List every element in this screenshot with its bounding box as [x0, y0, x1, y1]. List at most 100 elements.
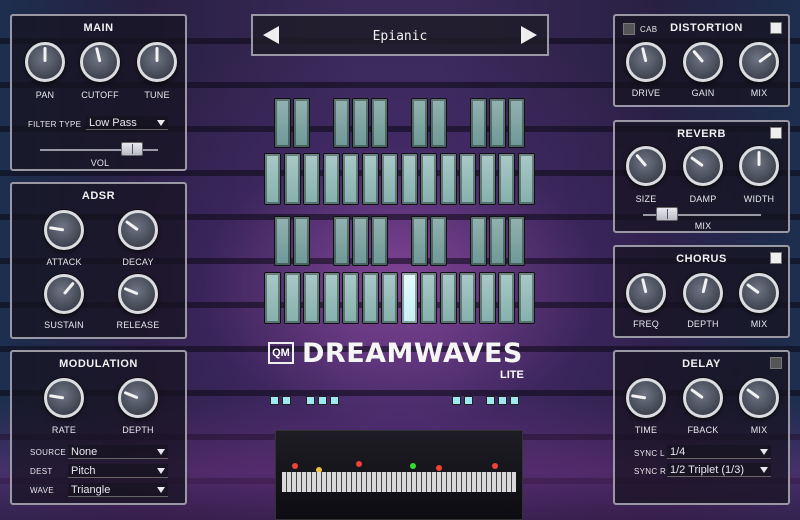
mini-led [270, 396, 279, 405]
logo-title: DREAMWAVES [302, 338, 523, 369]
gain-knob[interactable] [683, 42, 723, 82]
key-pad[interactable] [470, 216, 487, 266]
attack-knob[interactable] [44, 210, 84, 250]
wave-select[interactable]: Triangle [68, 483, 168, 497]
reverb-enable-toggle[interactable] [770, 127, 782, 139]
synth-led [436, 465, 442, 471]
damp-knob[interactable] [683, 146, 723, 186]
key-pad[interactable] [352, 98, 369, 148]
key-pad[interactable] [489, 98, 506, 148]
chorus-mix-knob[interactable] [739, 273, 779, 313]
key-pad[interactable] [303, 153, 320, 205]
pan-knob[interactable] [25, 42, 65, 82]
key-pad[interactable] [459, 272, 476, 324]
key-pad[interactable] [352, 216, 369, 266]
key-pad[interactable] [274, 98, 291, 148]
key-pad[interactable] [333, 98, 350, 148]
key-pad[interactable] [371, 98, 388, 148]
key-pad[interactable] [381, 153, 398, 205]
mod-depth-knob[interactable] [118, 378, 158, 418]
key-pad[interactable] [498, 272, 515, 324]
mini-led [306, 396, 315, 405]
key-pad[interactable] [411, 98, 428, 148]
drive-knob[interactable] [626, 42, 666, 82]
cutoff-knob[interactable] [80, 42, 120, 82]
key-pad[interactable] [362, 153, 379, 205]
key-pad[interactable] [518, 153, 535, 205]
mini-led [282, 396, 291, 405]
reverb-panel: REVERB SIZE DAMP WIDTH MIX [613, 120, 790, 233]
key-pad[interactable] [479, 153, 496, 205]
key-pad[interactable] [333, 216, 350, 266]
key-pad[interactable] [293, 216, 310, 266]
key-pad[interactable] [420, 272, 437, 324]
key-pad[interactable] [498, 153, 515, 205]
key-pad[interactable] [470, 98, 487, 148]
key-pad[interactable] [264, 272, 281, 324]
freq-knob[interactable] [626, 273, 666, 313]
reverb-mix-slider-thumb[interactable] [655, 207, 678, 221]
key-pad[interactable] [293, 98, 310, 148]
key-pad[interactable] [401, 153, 418, 205]
modulation-title: MODULATION [59, 358, 138, 370]
key-pad[interactable] [342, 272, 359, 324]
key-pad[interactable] [479, 272, 496, 324]
key-pad[interactable] [420, 153, 437, 205]
preset-name[interactable]: Epianic [253, 29, 547, 44]
chorus-depth-knob[interactable] [683, 273, 723, 313]
delay-enable-toggle[interactable] [770, 357, 782, 369]
dest-value: Pitch [71, 465, 96, 477]
key-pad[interactable] [440, 153, 457, 205]
preset-selector: Epianic [251, 14, 549, 56]
decay-knob[interactable] [118, 210, 158, 250]
key-pad[interactable] [411, 216, 428, 266]
synth-keyboard [282, 472, 516, 492]
key-pad[interactable] [303, 272, 320, 324]
size-knob[interactable] [626, 146, 666, 186]
mini-leds-left [264, 396, 344, 410]
key-pad[interactable] [508, 98, 525, 148]
key-pad[interactable] [381, 272, 398, 324]
filter-type-select[interactable]: Low Pass [86, 116, 168, 130]
release-knob[interactable] [118, 274, 158, 314]
mini-led [464, 396, 473, 405]
mini-led [486, 396, 495, 405]
key-pad[interactable] [508, 216, 525, 266]
sustain-knob[interactable] [44, 274, 84, 314]
vol-slider-thumb[interactable] [121, 142, 144, 156]
rate-knob[interactable] [44, 378, 84, 418]
key-pad[interactable] [518, 272, 535, 324]
distortion-enable-toggle[interactable] [770, 22, 782, 34]
tune-knob[interactable] [137, 42, 177, 82]
width-knob[interactable] [739, 146, 779, 186]
distortion-mix-knob[interactable] [739, 42, 779, 82]
sync-l-select[interactable]: 1/4 [667, 445, 771, 459]
time-knob[interactable] [626, 378, 666, 418]
key-pad[interactable] [323, 153, 340, 205]
tune-label: TUNE [144, 90, 170, 100]
key-pad[interactable] [284, 272, 301, 324]
dest-select[interactable]: Pitch [68, 464, 168, 478]
sync-r-select[interactable]: 1/2 Triplet (1/3) [667, 463, 771, 477]
key-pad[interactable] [284, 153, 301, 205]
key-pad[interactable] [430, 98, 447, 148]
key-pad[interactable] [342, 153, 359, 205]
key-pad[interactable] [362, 272, 379, 324]
key-pad[interactable] [401, 272, 418, 324]
mini-led [330, 396, 339, 405]
key-pad[interactable] [489, 216, 506, 266]
key-pad[interactable] [430, 216, 447, 266]
source-select[interactable]: None [68, 445, 168, 459]
key-pad[interactable] [274, 216, 291, 266]
chorus-enable-toggle[interactable] [770, 252, 782, 264]
width-label: WIDTH [743, 194, 775, 204]
filter-type-value: Low Pass [89, 117, 137, 129]
key-pad[interactable] [459, 153, 476, 205]
fback-knob[interactable] [683, 378, 723, 418]
next-preset-arrow-icon[interactable] [521, 26, 537, 44]
key-pad[interactable] [264, 153, 281, 205]
delay-mix-knob[interactable] [739, 378, 779, 418]
key-pad[interactable] [440, 272, 457, 324]
key-pad[interactable] [323, 272, 340, 324]
key-pad[interactable] [371, 216, 388, 266]
